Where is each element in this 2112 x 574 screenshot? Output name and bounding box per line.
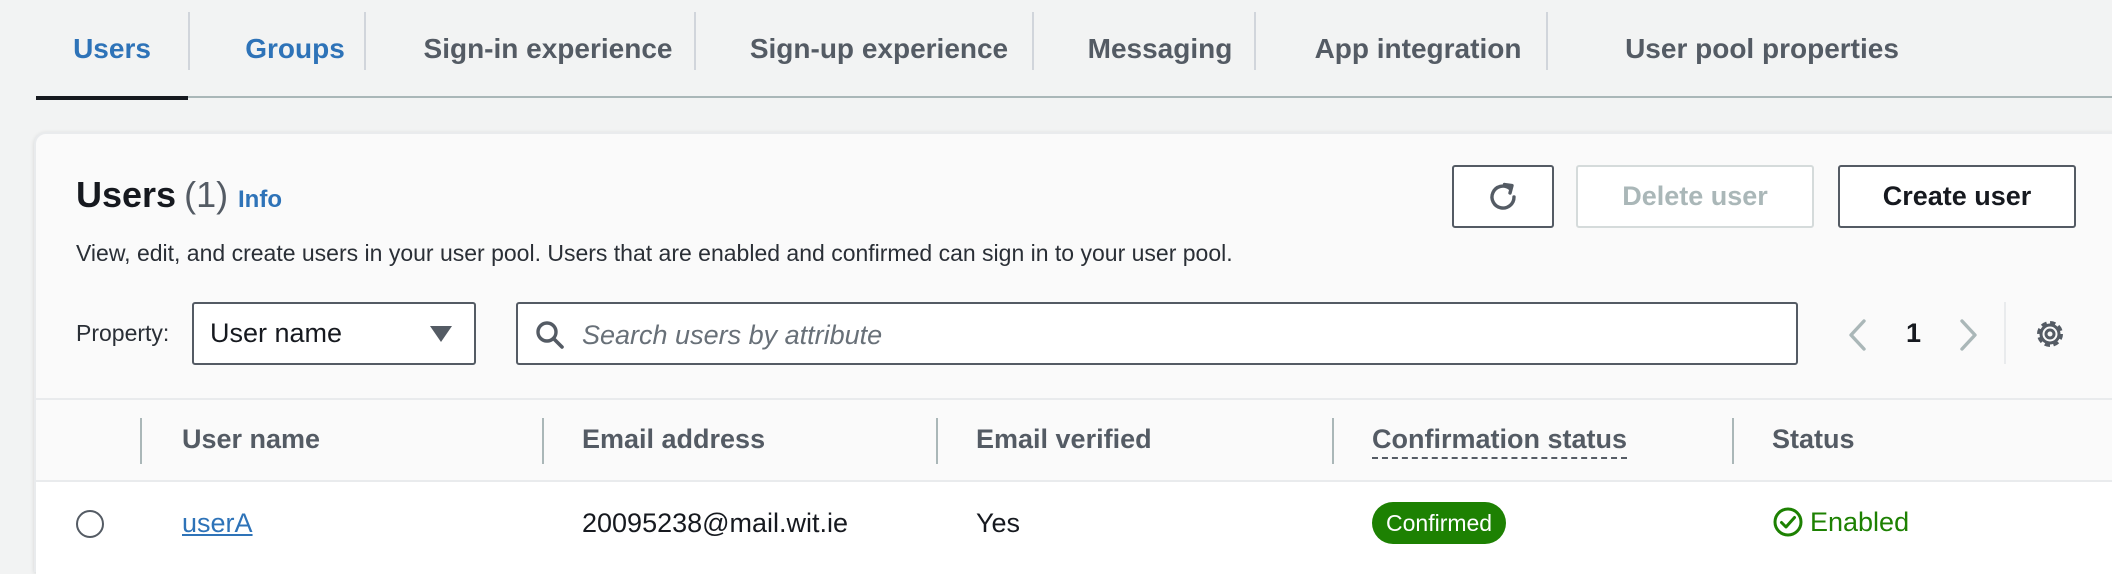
panel-title: Users (1) <box>76 174 228 216</box>
tab-app-integration[interactable]: App integration <box>1256 0 1580 98</box>
column-divider[interactable] <box>936 418 938 464</box>
property-label: Property: <box>76 320 170 346</box>
column-header-status[interactable]: Status <box>1772 424 1855 455</box>
create-user-button[interactable]: Create user <box>1838 165 2076 228</box>
row-select-radio[interactable] <box>76 510 104 538</box>
cell-email-verified: Yes <box>976 508 1021 538</box>
column-header-email-verified[interactable]: Email verified <box>976 424 1152 455</box>
panel-title-text: Users <box>76 174 177 215</box>
refresh-icon <box>1490 182 1516 210</box>
users-panel: Users (1) Info View, edit, and create use… <box>34 132 2112 574</box>
chevron-left-icon[interactable] <box>1846 318 1870 352</box>
cell-user-name: userA <box>182 508 253 539</box>
property-select[interactable]: User name <box>192 302 476 365</box>
tab-messaging[interactable]: Messaging <box>1034 0 1286 98</box>
panel-description: View, edit, and create users in your use… <box>76 240 1233 266</box>
tab-users[interactable]: Users <box>36 0 188 100</box>
column-divider[interactable] <box>542 418 544 464</box>
page-number[interactable]: 1 <box>1906 318 1921 349</box>
info-link[interactable]: Info <box>238 186 282 214</box>
confirmation-status-badge: Confirmed <box>1372 502 1507 544</box>
cell-status: Enabled <box>1772 506 1909 538</box>
column-divider[interactable] <box>1332 418 1334 464</box>
table-row: userA 20095238@mail.wit.ie Yes Confirmed… <box>36 482 2112 574</box>
tab-bar: Users Groups Sign-in experience Sign-up … <box>36 0 2112 100</box>
column-header-user-name[interactable]: User name <box>182 424 320 455</box>
check-circle-icon <box>1773 507 1803 537</box>
column-divider <box>140 418 142 464</box>
user-name-link[interactable]: userA <box>182 508 253 538</box>
chevron-right-icon[interactable] <box>1956 318 1980 352</box>
pager-divider <box>2004 302 2006 364</box>
delete-user-button[interactable]: Delete user <box>1576 165 1814 228</box>
search-icon <box>536 321 564 349</box>
tab-user-pool-properties[interactable]: User pool properties <box>1548 0 1976 98</box>
column-header-email-address[interactable]: Email address <box>582 424 765 455</box>
user-count: (1) <box>184 174 229 215</box>
refresh-button[interactable] <box>1452 165 1554 228</box>
search-input[interactable] <box>580 314 1774 356</box>
table-header: User name Email address Email verified C… <box>36 398 2112 482</box>
gear-icon[interactable] <box>2032 316 2068 352</box>
column-divider[interactable] <box>1732 418 1734 464</box>
column-header-confirmation-status[interactable]: Confirmation status <box>1372 424 1628 459</box>
search-box[interactable] <box>516 302 1798 365</box>
caret-down-icon <box>430 326 452 342</box>
status-text: Enabled <box>1810 506 1910 537</box>
tab-sign-up-experience[interactable]: Sign-up experience <box>696 0 1062 98</box>
property-select-value: User name <box>210 318 343 348</box>
tab-sign-in-experience[interactable]: Sign-in experience <box>366 0 730 98</box>
cell-email: 20095238@mail.wit.ie <box>582 508 849 538</box>
